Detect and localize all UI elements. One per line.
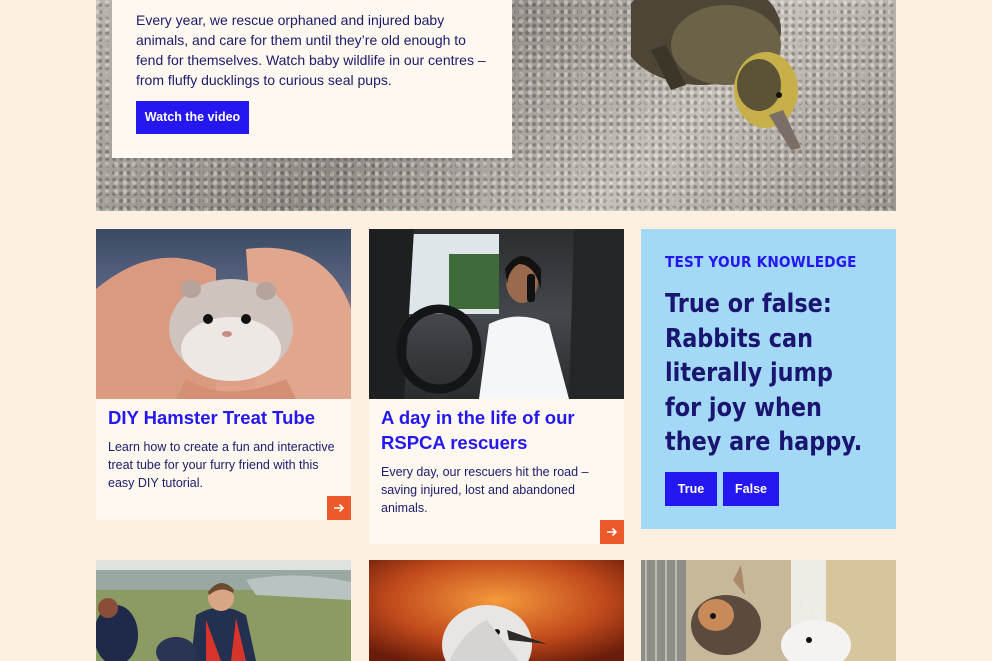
volunteers-illustration xyxy=(96,560,351,661)
quiz-false-button[interactable]: False xyxy=(723,472,779,506)
card-description: Every day, our rescuers hit the road – s… xyxy=(381,465,589,515)
card-title[interactable]: A day in the life of our RSPCA rescuers xyxy=(369,399,624,455)
arrow-right-icon xyxy=(607,527,618,537)
hero-description: Every year, we rescue orphaned and injur… xyxy=(136,12,486,88)
hamster-photo xyxy=(96,229,351,399)
card-title[interactable]: DIY Hamster Treat Tube xyxy=(96,399,351,430)
rabbits-illustration xyxy=(641,560,896,661)
duckling-photo xyxy=(631,0,801,150)
gull-photo[interactable] xyxy=(369,560,624,661)
rescuer-photo xyxy=(369,229,624,399)
volunteers-photo[interactable] xyxy=(96,560,351,661)
arrow-right-icon xyxy=(334,503,345,513)
quiz-question: True or false: Rabbits can literally jum… xyxy=(665,289,863,457)
card-arrow-button[interactable] xyxy=(327,496,351,520)
hero-card: Every year, we rescue orphaned and injur… xyxy=(112,0,512,158)
rescuer-illustration xyxy=(369,229,624,399)
rabbits-photo[interactable] xyxy=(641,560,896,661)
card-arrow-button[interactable] xyxy=(600,520,624,544)
quiz-card: TEST YOUR KNOWLEDGE True or false: Rabbi… xyxy=(641,229,896,529)
quiz-options: True False xyxy=(665,472,779,506)
gull-illustration xyxy=(369,560,624,661)
hamster-illustration xyxy=(96,247,351,399)
card-description: Learn how to create a fun and interactiv… xyxy=(108,440,335,490)
quiz-kicker: TEST YOUR KNOWLEDGE xyxy=(665,253,857,271)
card-rspca-rescuers[interactable]: A day in the life of our RSPCA rescuers … xyxy=(369,229,624,544)
card-hamster-treat-tube[interactable]: DIY Hamster Treat Tube Learn how to crea… xyxy=(96,229,351,520)
quiz-true-button[interactable]: True xyxy=(665,472,717,506)
watch-video-button[interactable]: Watch the video xyxy=(136,101,249,134)
